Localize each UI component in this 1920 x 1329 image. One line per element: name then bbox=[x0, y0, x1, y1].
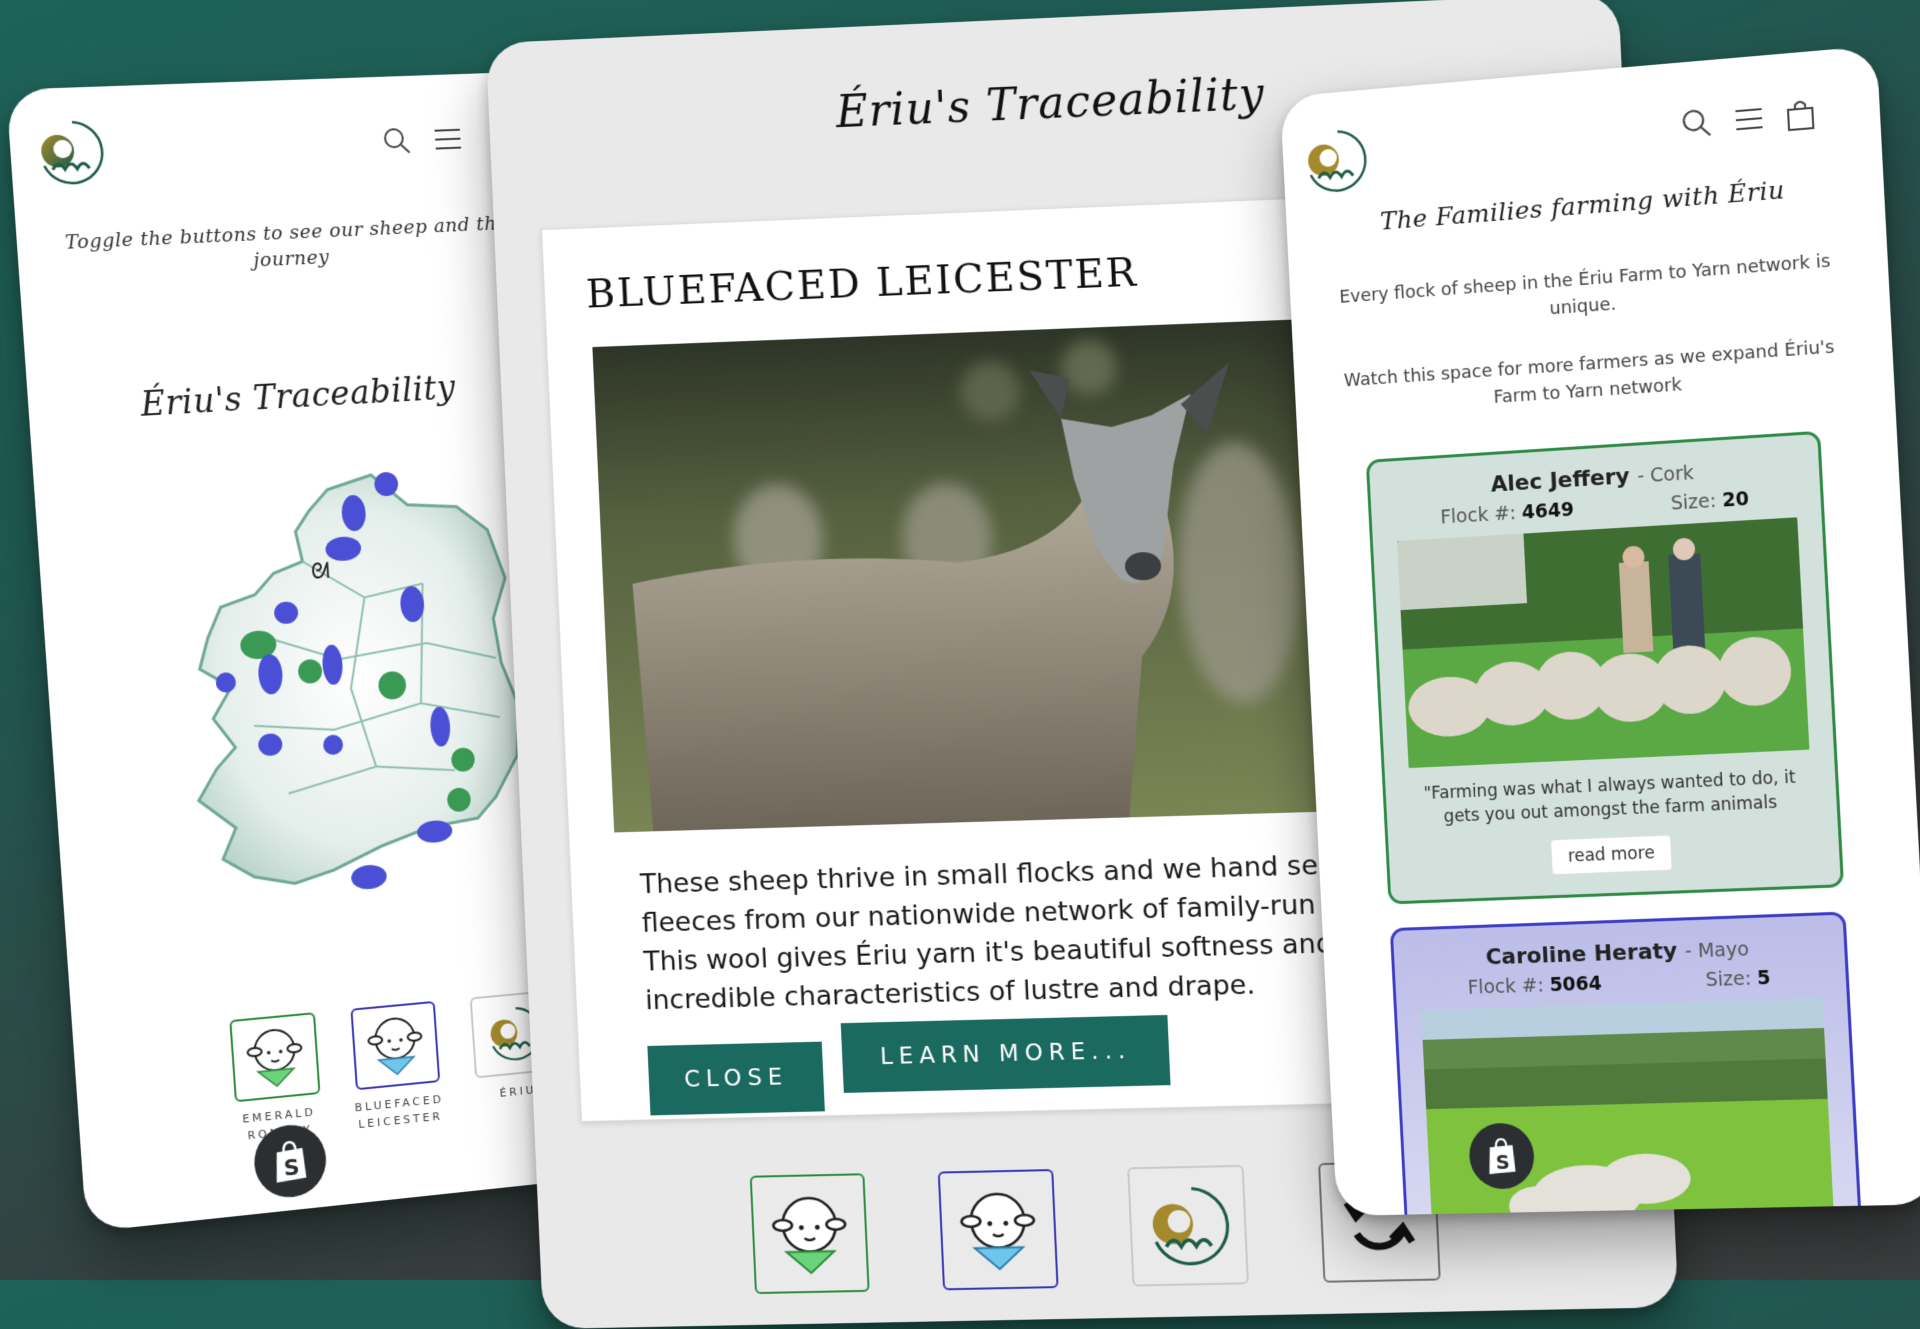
toggle-bluefaced-leicester[interactable] bbox=[936, 1169, 1061, 1291]
eriu-logo-icon bbox=[1127, 1164, 1249, 1287]
header-icons bbox=[381, 124, 463, 157]
farmer-name: Caroline Heraty bbox=[1485, 938, 1678, 971]
menu-icon[interactable] bbox=[432, 126, 463, 153]
farmer-photo bbox=[1420, 997, 1835, 1216]
map-dot bbox=[350, 863, 388, 891]
intro-paragraph: Watch this space for more farmers as we … bbox=[1343, 336, 1836, 408]
breed-label: Bluefaced Leicester bbox=[354, 1092, 445, 1131]
svg-text:S: S bbox=[1495, 1150, 1510, 1173]
close-button[interactable]: Close bbox=[647, 1041, 826, 1116]
breed-label: Ériu bbox=[499, 1083, 537, 1100]
farmer-card: Alec Jeffery - Cork Flock #: 4649 Size: … bbox=[1365, 430, 1845, 905]
toggle-emerald-romney[interactable]: Emerald Romney bbox=[224, 1012, 328, 1146]
flock-size: Size: 5 bbox=[1704, 966, 1772, 992]
toggle-bluefaced-leicester[interactable]: Bluefaced Leicester bbox=[345, 1000, 448, 1133]
flock-number: Flock #: 5064 bbox=[1467, 972, 1603, 999]
sheep-green-bandana-icon bbox=[749, 1173, 870, 1295]
menu-icon[interactable] bbox=[1732, 105, 1766, 134]
search-icon[interactable] bbox=[1680, 106, 1714, 141]
sheep-blue-bandana-icon bbox=[350, 1000, 441, 1091]
intro-paragraph: Every flock of sheep in the Ériu Farm to… bbox=[1338, 250, 1831, 320]
modal-actions: Close Learn more... bbox=[647, 1014, 1172, 1116]
intro-text: Toggle the buttons to see our sheep and … bbox=[64, 212, 509, 272]
farmer-quote: "Farming was what I always wanted to do,… bbox=[1423, 767, 1797, 827]
eriu-logo-icon[interactable] bbox=[31, 115, 110, 191]
farmer-name: Alec Jeffery bbox=[1490, 464, 1631, 498]
farmer-photo bbox=[1396, 517, 1809, 769]
eriu-logo-icon[interactable] bbox=[1299, 123, 1372, 199]
map-title: Ériu's Traceability bbox=[139, 367, 457, 424]
farmer-county: - Cork bbox=[1636, 462, 1695, 488]
toggle-emerald-romney[interactable] bbox=[748, 1173, 872, 1295]
sheep-green-bandana-icon bbox=[229, 1012, 321, 1103]
toggle-eriu[interactable] bbox=[1125, 1164, 1251, 1287]
families-title: The Families farming with Ériu bbox=[1379, 175, 1786, 236]
sheep-blue-bandana-icon bbox=[937, 1169, 1059, 1291]
learn-more-button[interactable]: Learn more... bbox=[841, 1014, 1171, 1093]
read-more-button[interactable]: read more bbox=[1550, 834, 1673, 875]
flock-size: Size: 20 bbox=[1670, 487, 1750, 515]
flock-number: Flock #: 4649 bbox=[1439, 498, 1575, 529]
ireland-traceability-map[interactable]: ᘛ bbox=[156, 459, 542, 943]
right-phone-screen: The Families farming with Ériu Every flo… bbox=[1280, 45, 1920, 1216]
svg-text:S: S bbox=[283, 1154, 301, 1181]
sheep-marker-icon: ᘛ bbox=[310, 558, 330, 585]
farmer-county: - Mayo bbox=[1684, 938, 1750, 963]
modal-heading: BLUEFACED LEICESTER bbox=[585, 249, 1139, 318]
shopping-bag-icon[interactable] bbox=[1784, 98, 1816, 133]
search-icon[interactable] bbox=[381, 126, 412, 157]
farmer-card: Caroline Heraty - Mayo Flock #: 5064 Siz… bbox=[1389, 911, 1864, 1216]
header-icons bbox=[1680, 98, 1816, 141]
